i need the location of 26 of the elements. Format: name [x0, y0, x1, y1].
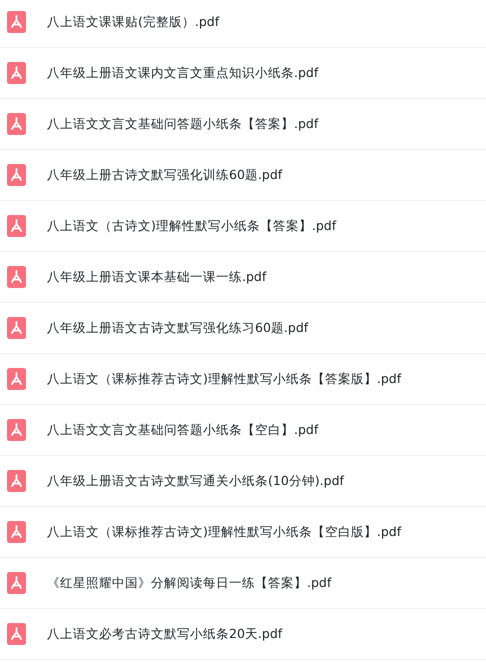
pdf-file-icon [7, 215, 26, 237]
file-name[interactable]: 八上语文（课标推荐古诗文)理解性默写小纸条【空白版】.pdf [47, 524, 402, 540]
file-name[interactable]: 八上语文（古诗文)理解性默写小纸条【答案】.pdf [47, 218, 336, 234]
pdf-file-icon [7, 623, 26, 645]
file-name[interactable]: 八年级上册语文古诗文默写通关小纸条(10分钟).pdf [47, 472, 344, 490]
file-name[interactable]: 八年级上册语文课本基础一课一练.pdf [47, 268, 266, 286]
pdf-file-icon [7, 11, 26, 33]
pdf-file-icon [7, 368, 26, 390]
file-name[interactable]: 八年级上册古诗文默写强化训练60题.pdf [47, 166, 282, 184]
pdf-file-icon [7, 572, 26, 594]
file-name[interactable]: 八年级上册语文课内文言文重点知识小纸条.pdf [47, 64, 318, 82]
pdf-file-icon [7, 470, 26, 492]
pdf-file-icon [7, 113, 26, 135]
file-name[interactable]: 八上语文课课贴(完整版）.pdf [47, 14, 220, 30]
pdf-file-icon [7, 317, 26, 339]
pdf-file-icon [7, 266, 26, 288]
pdf-file-icon [7, 62, 26, 84]
file-name[interactable]: 八上语文文言文基础问答题小纸条【答案】.pdf [47, 116, 318, 132]
file-name[interactable]: 八上语文（课标推荐古诗文)理解性默写小纸条【答案版】.pdf [47, 370, 402, 388]
pdf-file-icon [7, 419, 26, 441]
file-name[interactable]: 《红星照耀中国》分解阅读每日一练【答案】.pdf [47, 574, 332, 592]
pdf-file-icon [7, 164, 26, 186]
pdf-file-icon [7, 521, 26, 543]
file-name[interactable]: 八上语文文言文基础问答题小纸条【空白】.pdf [47, 422, 318, 438]
file-name[interactable]: 八上语文必考古诗文默写小纸条20天.pdf [47, 626, 282, 642]
file-name[interactable]: 八年级上册语文古诗文默写强化练习60题.pdf [47, 320, 308, 336]
